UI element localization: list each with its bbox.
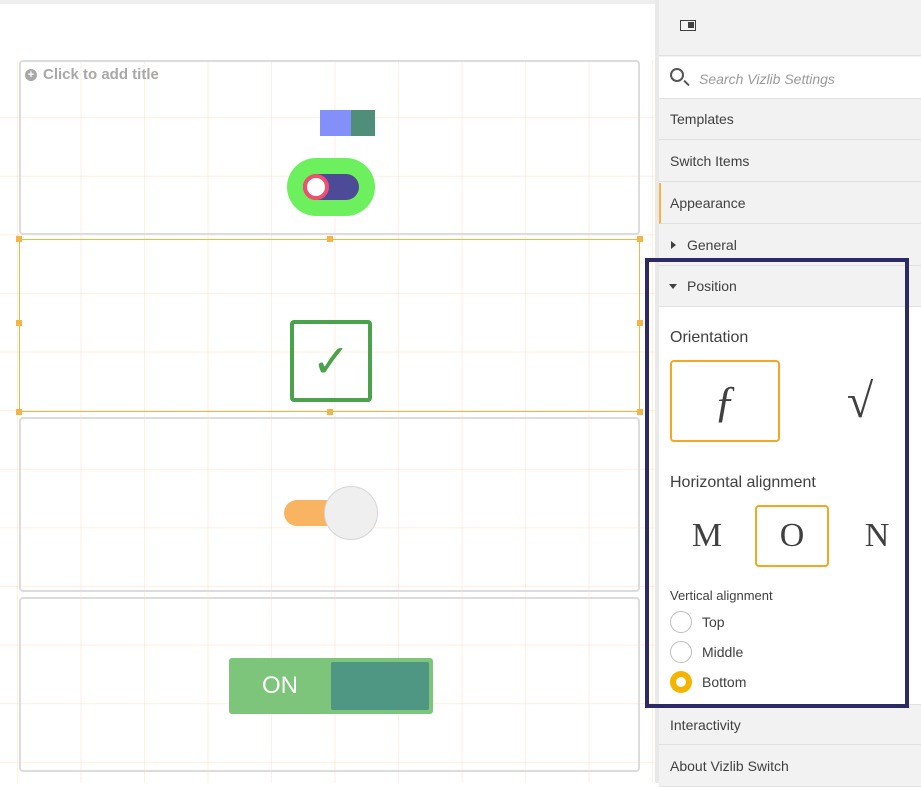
halign-center-option[interactable]: O	[755, 505, 829, 567]
resize-handle-mr[interactable]	[637, 320, 643, 326]
valign-top-option[interactable]: Top	[670, 611, 725, 633]
halign-left-option[interactable]: M	[675, 505, 739, 567]
resize-handle-br[interactable]	[637, 409, 643, 415]
plus-circle-icon: +	[25, 68, 37, 81]
search-bar	[659, 57, 921, 99]
radio-bottom[interactable]	[670, 671, 692, 693]
nav-appearance-label: Appearance	[670, 195, 746, 211]
add-title-label: Click to add title	[43, 66, 159, 83]
section-position[interactable]: Position	[659, 266, 921, 307]
position-settings: Orientation ƒ √ Horizontal alignment M O…	[659, 307, 921, 704]
nav-interactivity[interactable]: Interactivity	[659, 704, 921, 745]
swatch-blue	[320, 110, 351, 136]
nav-interactivity-label: Interactivity	[670, 717, 741, 733]
toggle-panel-icon[interactable]	[680, 20, 696, 31]
nav-switch-items[interactable]: Switch Items	[659, 141, 921, 182]
horizontal-alignment-label: Horizontal alignment	[670, 474, 816, 491]
section-general-label: General	[687, 237, 737, 253]
nav-templates[interactable]: Templates	[659, 99, 921, 140]
resize-handle-bm[interactable]	[327, 409, 333, 415]
section-position-label: Position	[687, 278, 737, 294]
toggle-switch-orange[interactable]	[284, 485, 380, 541]
radio-top[interactable]	[670, 611, 692, 633]
nav-about[interactable]: About Vizlib Switch	[659, 746, 921, 787]
color-swatch	[320, 110, 375, 136]
section-general[interactable]: General	[659, 225, 921, 266]
on-label: ON	[262, 672, 298, 699]
nav-appearance[interactable]: Appearance	[659, 183, 921, 224]
toggle-knob	[303, 174, 329, 200]
resize-handle-bl[interactable]	[16, 409, 22, 415]
orientation-vertical-option[interactable]: √	[805, 360, 915, 442]
switch-object-3[interactable]	[19, 417, 640, 592]
caret-down-icon	[669, 284, 677, 289]
vertical-alignment-label: Vertical alignment	[670, 588, 773, 603]
switch-object-1[interactable]: + Click to add title	[19, 60, 640, 235]
valign-top-label: Top	[702, 614, 725, 630]
valign-bottom-label: Bottom	[702, 674, 747, 690]
search-icon	[670, 68, 684, 82]
resize-handle-tr[interactable]	[637, 236, 643, 242]
canvas-header-band	[0, 4, 655, 60]
valign-middle-label: Middle	[702, 644, 744, 660]
radio-middle[interactable]	[670, 641, 692, 663]
valign-bottom-option[interactable]: Bottom	[670, 671, 746, 693]
orientation-label: Orientation	[670, 329, 749, 346]
nav-about-label: About Vizlib Switch	[670, 758, 789, 774]
on-off-switch[interactable]: ON	[229, 658, 433, 714]
switch-thumb	[331, 662, 429, 710]
checkbox-switch[interactable]: ✓	[290, 320, 372, 402]
halign-right-option[interactable]: N	[845, 505, 909, 567]
toggle-switch-green[interactable]	[287, 158, 375, 216]
toggle-knob	[324, 486, 378, 540]
resize-handle-tl[interactable]	[16, 236, 22, 242]
nav-switch-items-label: Switch Items	[670, 153, 750, 169]
panel-header	[659, 0, 921, 56]
add-title-button[interactable]: + Click to add title	[25, 66, 159, 83]
resize-handle-ml[interactable]	[16, 320, 22, 326]
sheet-canvas: + Click to add title ✓ ON	[0, 0, 655, 783]
switch-object-2-selected[interactable]: ✓	[16, 236, 643, 415]
swatch-teal	[351, 110, 375, 136]
resize-handle-tm[interactable]	[327, 236, 333, 242]
orientation-horizontal-option[interactable]: ƒ	[670, 360, 780, 442]
switch-object-4[interactable]: ON	[19, 597, 640, 772]
nav-templates-label: Templates	[670, 111, 734, 127]
properties-panel: Templates Switch Items Appearance Genera…	[655, 0, 921, 787]
check-icon: ✓	[311, 334, 351, 388]
caret-right-icon	[671, 241, 676, 249]
search-input[interactable]	[697, 66, 911, 92]
valign-middle-option[interactable]: Middle	[670, 641, 743, 663]
